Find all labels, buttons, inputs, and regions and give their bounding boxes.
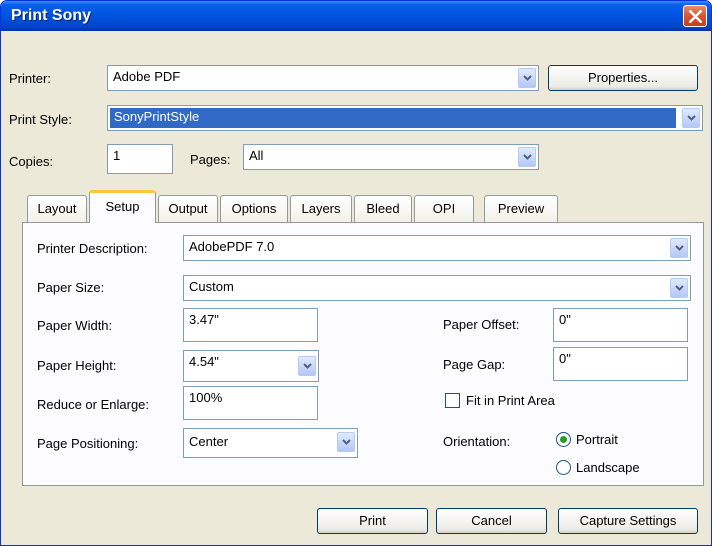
window-title: Print Sony	[11, 7, 92, 24]
printer-description-value: AdobePDF 7.0	[189, 239, 275, 254]
close-icon	[689, 10, 702, 23]
landscape-label: Landscape	[576, 460, 640, 475]
page-positioning-label: Page Positioning:	[37, 436, 139, 451]
printer-label: Printer:	[9, 71, 51, 86]
paper-height-label: Paper Height:	[37, 358, 117, 373]
page-positioning-dropdown-button[interactable]	[337, 432, 355, 452]
page-gap-input[interactable]: 0"	[553, 347, 688, 381]
print-style-value: SonyPrintStyle	[110, 108, 676, 128]
tab-layout[interactable]: Layout	[27, 195, 87, 222]
capture-settings-button[interactable]: Capture Settings	[558, 508, 698, 534]
fit-in-print-area-label: Fit in Print Area	[466, 393, 555, 408]
paper-offset-label: Paper Offset:	[443, 317, 520, 332]
print-button[interactable]: Print	[317, 508, 428, 534]
copies-label: Copies:	[9, 154, 54, 169]
print-dialog: Print Sony Printer: Adobe PDF Properties…	[0, 0, 712, 546]
print-style-select[interactable]: SonyPrintStyle	[107, 105, 703, 131]
page-gap-label: Page Gap:	[443, 357, 506, 372]
properties-button[interactable]: Properties...	[548, 65, 698, 91]
pages-select[interactable]: All	[243, 144, 539, 170]
fit-in-print-area-checkbox[interactable]	[445, 393, 460, 408]
page-positioning-select[interactable]: Center	[183, 428, 358, 458]
tab-opi[interactable]: OPI	[414, 195, 474, 222]
printer-dropdown-button[interactable]	[518, 68, 536, 88]
paper-height-dropdown-button[interactable]	[298, 356, 316, 376]
radio-selected-dot	[560, 436, 567, 443]
printer-description-select[interactable]: AdobePDF 7.0	[183, 235, 691, 261]
printer-description-label: Printer Description:	[37, 241, 148, 256]
chevron-down-icon	[523, 75, 532, 81]
print-style-dropdown-button[interactable]	[682, 108, 700, 128]
chevron-down-icon	[675, 285, 684, 291]
close-button[interactable]	[683, 5, 707, 27]
printer-value: Adobe PDF	[113, 69, 181, 84]
portrait-label: Portrait	[576, 432, 618, 447]
chevron-down-icon	[523, 154, 532, 160]
cancel-button[interactable]: Cancel	[436, 508, 547, 534]
tab-layers[interactable]: Layers	[290, 195, 352, 222]
tab-options[interactable]: Options	[220, 195, 288, 222]
tab-preview[interactable]: Preview	[484, 195, 558, 222]
tab-bleed[interactable]: Bleed	[354, 195, 412, 222]
portrait-radio[interactable]	[556, 432, 571, 447]
tab-output[interactable]: Output	[158, 195, 218, 222]
landscape-radio[interactable]	[556, 460, 571, 475]
copies-input[interactable]: 1	[107, 144, 173, 174]
paper-offset-input[interactable]: 0"	[553, 308, 688, 342]
printer-description-dropdown-button[interactable]	[670, 238, 688, 258]
pages-label: Pages:	[190, 152, 231, 167]
paper-height-value: 4.54"	[189, 354, 219, 369]
paper-width-input[interactable]: 3.47"	[183, 308, 318, 342]
chevron-down-icon	[342, 439, 351, 445]
paper-size-select[interactable]: Custom	[183, 275, 691, 301]
paper-size-value: Custom	[189, 279, 234, 294]
pages-value: All	[249, 148, 264, 163]
print-style-label: Print Style:	[9, 112, 72, 127]
title-bar[interactable]: Print Sony	[1, 1, 711, 31]
chevron-down-icon	[687, 115, 696, 121]
reduce-enlarge-input[interactable]: 100%	[183, 386, 318, 420]
tab-setup[interactable]: Setup	[89, 190, 156, 223]
paper-size-dropdown-button[interactable]	[670, 278, 688, 298]
chevron-down-icon	[303, 363, 312, 369]
page-positioning-value: Center	[189, 434, 229, 449]
paper-size-label: Paper Size:	[37, 280, 105, 295]
paper-width-label: Paper Width:	[37, 318, 113, 333]
pages-dropdown-button[interactable]	[518, 147, 536, 167]
printer-select[interactable]: Adobe PDF	[107, 65, 539, 91]
paper-height-select[interactable]: 4.54"	[183, 350, 319, 382]
orientation-label: Orientation:	[443, 434, 511, 449]
chevron-down-icon	[675, 245, 684, 251]
reduce-enlarge-label: Reduce or Enlarge:	[37, 397, 150, 412]
